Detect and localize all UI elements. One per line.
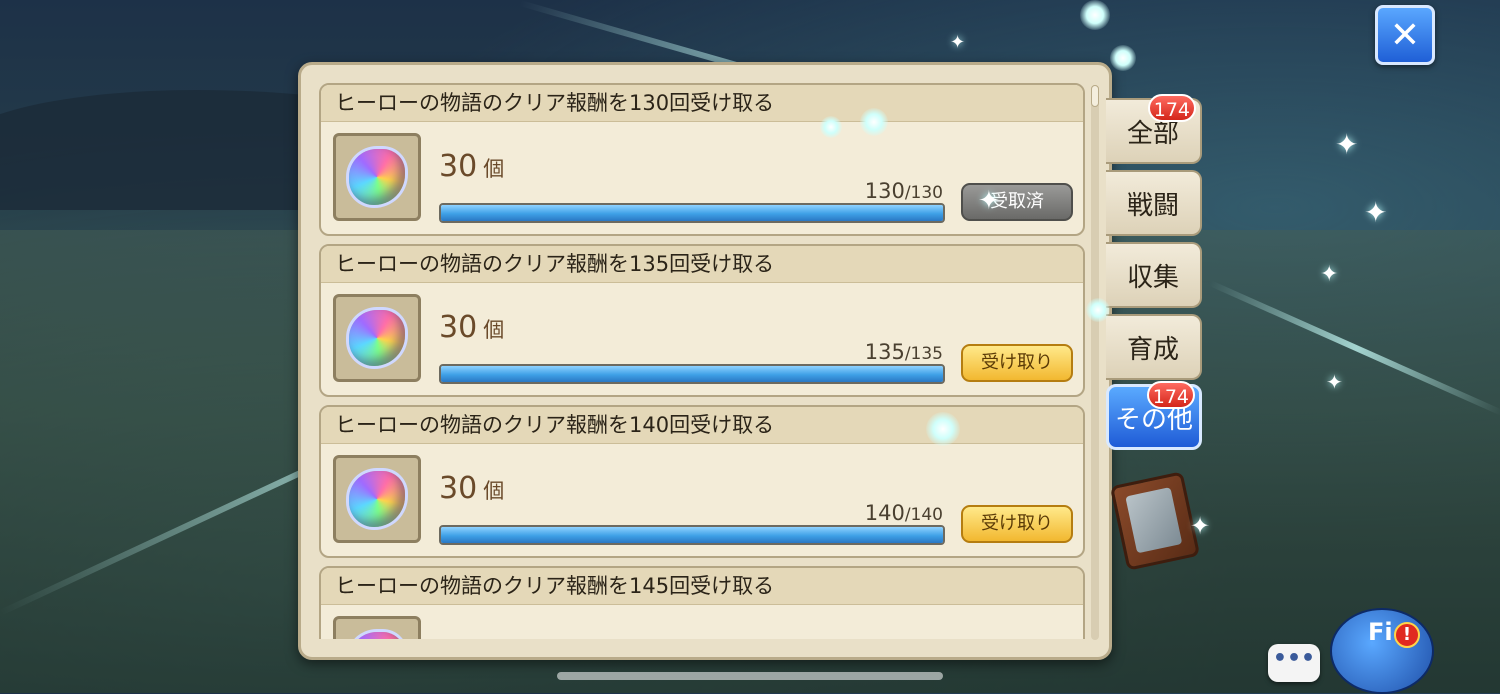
progress-current: 130 (864, 179, 905, 203)
notification-badge: 174 (1147, 94, 1196, 122)
progress-current: 140 (864, 501, 905, 525)
tab-battle[interactable]: 戦闘 (1106, 170, 1202, 236)
claim-button[interactable]: 受け取り (961, 344, 1073, 382)
reward-unit: 個 (483, 157, 505, 181)
reward-icon-frame (333, 133, 421, 221)
sparkle-star-icon: ✦ (1326, 370, 1343, 394)
rainbow-gem-icon (349, 632, 405, 639)
sparkle-orb (1086, 298, 1110, 322)
sparkle-star-icon: ✦ (1364, 196, 1388, 229)
tab-collection[interactable]: 収集 (1106, 242, 1202, 308)
tab-label: 収集 (1126, 262, 1179, 293)
mission-title: ヒーローの物語のクリア報酬を135回受け取る (321, 246, 1083, 283)
sparkle-star-icon: ✦ (1190, 512, 1211, 540)
progress-total: 140 (910, 505, 943, 525)
progress-text: 130/130 (864, 179, 943, 203)
reward-icon-frame (333, 455, 421, 543)
reward-icon-frame (333, 294, 421, 382)
reward-amount: 30 (439, 149, 478, 184)
progress-total: 130 (910, 183, 943, 203)
progress-fill (441, 527, 943, 543)
notification-badge: 174 (1146, 381, 1195, 409)
mission-card: ヒーローの物語のクリア報酬を145回受け取る (319, 566, 1085, 639)
rainbow-gem-icon (349, 471, 405, 527)
home-indicator[interactable] (557, 672, 943, 680)
sparkle-star-icon: ✦ (1320, 262, 1339, 287)
progress-bar (439, 364, 945, 384)
mission-title: ヒーローの物語のクリア報酬を145回受け取る (321, 568, 1083, 605)
mission-card: ヒーローの物語のクリア報酬を130回受け取る 30 個 130/130 受取済 (319, 83, 1085, 236)
reward-unit: 個 (483, 479, 505, 503)
mission-card: ヒーローの物語のクリア報酬を135回受け取る 30 個 135/135 受け取り (319, 244, 1085, 397)
progress-fill (441, 205, 943, 221)
reward-count: 30 個 (439, 471, 504, 506)
rainbow-gem-icon (349, 149, 405, 205)
reward-amount: 30 (439, 310, 478, 345)
mission-title: ヒーローの物語のクリア報酬を140回受け取る (321, 407, 1083, 444)
sparkle-orb (820, 116, 842, 138)
progress-current: 135 (864, 340, 905, 364)
progress-bar (439, 203, 945, 223)
tab-label: 戦闘 (1126, 190, 1179, 221)
reward-amount: 30 (439, 471, 478, 506)
rainbow-gem-icon (349, 310, 405, 366)
alert-icon: ! (1394, 622, 1420, 648)
sparkle-orb (860, 108, 888, 136)
sparkle-orb (1110, 45, 1136, 71)
sparkle-star-icon: ✦ (1335, 128, 1359, 161)
progress-text: 140/140 (864, 501, 943, 525)
reward-count: 30 個 (439, 310, 504, 345)
sparkle-orb (1080, 0, 1110, 30)
reward-unit: 個 (483, 318, 505, 342)
close-button[interactable]: ✕ (1375, 5, 1435, 65)
chat-button[interactable]: ••• (1268, 644, 1320, 682)
reward-count: 30 個 (439, 149, 504, 184)
mission-card: ヒーローの物語のクリア報酬を140回受け取る 30 個 140/140 受け取り (319, 405, 1085, 558)
tab-label: 育成 (1126, 334, 1179, 365)
tab-all[interactable]: 全部 174 (1106, 94, 1202, 164)
sparkle-star-icon: ✦ (978, 186, 1000, 216)
scrollbar[interactable] (1091, 85, 1099, 640)
progress-fill (441, 366, 943, 382)
progress-total: 135 (910, 344, 943, 364)
progress-text: 135/135 (864, 340, 943, 364)
sparkle-orb (926, 412, 960, 446)
mission-title: ヒーローの物語のクリア報酬を130回受け取る (321, 85, 1083, 122)
chat-bubble-icon: ••• (1272, 646, 1316, 671)
tab-other[interactable]: その他 174 (1106, 381, 1202, 450)
mission-list[interactable]: ヒーローの物語のクリア報酬を130回受け取る 30 個 130/130 受取済 ヒ… (319, 83, 1087, 639)
sparkle-star-icon: ✦ (950, 32, 966, 53)
scroll-thumb[interactable] (1091, 85, 1099, 107)
tab-training[interactable]: 育成 (1106, 314, 1202, 380)
mission-panel: ヒーローの物語のクリア報酬を130回受け取る 30 個 130/130 受取済 ヒ… (298, 62, 1112, 660)
close-x-icon: ✕ (1389, 14, 1421, 56)
reward-icon-frame (333, 616, 421, 639)
progress-bar (439, 525, 945, 545)
claim-button[interactable]: 受け取り (961, 505, 1073, 543)
field-label: Fi (1368, 618, 1393, 646)
